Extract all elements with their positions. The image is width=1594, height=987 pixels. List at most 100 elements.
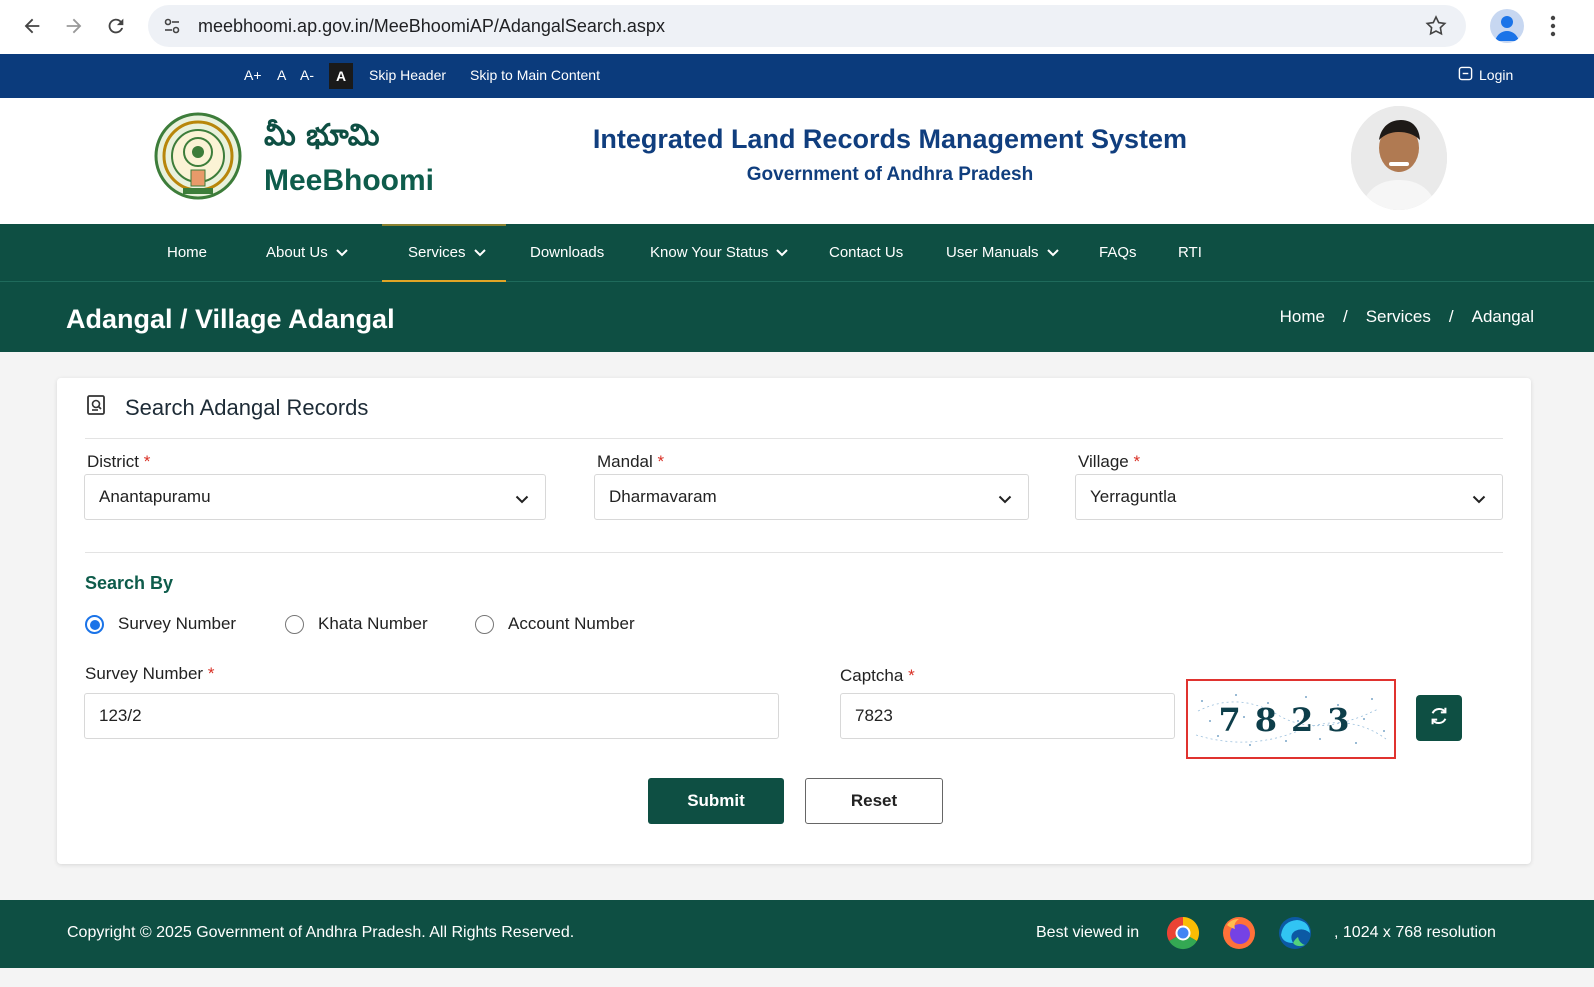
radio-survey-number[interactable]: Survey Number [85, 614, 236, 634]
nav-services-label: Services [408, 244, 466, 261]
nav-downloads-label: Downloads [530, 244, 605, 261]
login-label: Login [1479, 67, 1514, 83]
village-select[interactable]: Yerraguntla [1075, 474, 1503, 520]
breadcrumb-adangal: Adangal [1471, 307, 1534, 326]
captcha-input[interactable]: 7823 [840, 693, 1175, 739]
edge-icon [1277, 915, 1313, 951]
breadcrumb-services[interactable]: Services [1366, 307, 1431, 327]
district-select[interactable]: Anantapuramu [84, 474, 546, 520]
brand-english: MeeBhoomi [264, 164, 435, 197]
nav-about-us[interactable]: About Us [266, 244, 348, 261]
nav-services[interactable]: Services [408, 244, 486, 261]
nav-faqs[interactable]: FAQs [1099, 244, 1137, 261]
captcha-label: Captcha * [840, 666, 915, 686]
site-header: మీ భూమి MeeBhoomi Integrated Land Record… [0, 98, 1594, 224]
forward-arrow-icon[interactable] [60, 12, 88, 40]
chevron-down-icon [515, 489, 529, 509]
back-arrow-icon[interactable] [18, 12, 46, 40]
best-viewed-text: Best viewed in [1036, 924, 1140, 941]
mandal-select[interactable]: Dharmavaram [594, 474, 1029, 520]
village-label: Village * [1078, 452, 1140, 472]
nav-user-manuals-label: User Manuals [946, 244, 1039, 261]
bookmark-star-icon[interactable] [1424, 14, 1448, 43]
village-selected-value: Yerraguntla [1090, 487, 1177, 506]
radio-khata-number-label: Khata Number [318, 614, 428, 633]
captcha-image: 7823 [1186, 679, 1396, 759]
divider [85, 552, 1503, 553]
nav-rti[interactable]: RTI [1178, 244, 1202, 261]
radio-unchecked-indicator[interactable] [285, 614, 304, 634]
nav-know-your-status-label: Know Your Status [650, 244, 769, 261]
radio-unchecked-indicator[interactable] [475, 614, 494, 634]
page-title: Adangal / Village Adangal [66, 304, 395, 334]
survey-number-label: Survey Number * [85, 664, 214, 684]
nav-faqs-label: FAQs [1099, 244, 1137, 261]
radio-survey-number-label: Survey Number [118, 614, 237, 633]
system-subtitle: Government of Andhra Pradesh [746, 164, 1034, 185]
radio-checked-indicator[interactable] [85, 614, 104, 634]
profile-avatar-icon[interactable] [1490, 9, 1524, 43]
card-title: Search Adangal Records [125, 394, 369, 420]
chevron-down-icon [1472, 489, 1486, 509]
url-text: meebhoomi.ap.gov.in/MeeBhoomiAP/AdangalS… [198, 16, 665, 36]
font-increase-button[interactable]: A+ [244, 67, 262, 83]
refresh-icon [1428, 705, 1450, 732]
submit-button[interactable]: Submit [648, 778, 784, 824]
skip-header-link[interactable]: Skip Header [369, 67, 446, 83]
breadcrumb-separator: / [1448, 307, 1454, 326]
survey-number-input[interactable]: 123/2 [84, 693, 779, 739]
login-link[interactable]: Login [1458, 66, 1513, 84]
breadcrumb-separator: / [1342, 307, 1348, 326]
browser-menu-icon[interactable] [1550, 14, 1556, 43]
nav-downloads[interactable]: Downloads [530, 244, 604, 261]
skip-main-content-link[interactable]: Skip to Main Content [470, 67, 600, 83]
search-by-heading: Search By [85, 573, 174, 593]
address-bar[interactable]: meebhoomi.ap.gov.in/MeeBhoomiAP/AdangalS… [148, 5, 1466, 47]
system-title: Integrated Land Records Management Syste… [592, 124, 1188, 154]
survey-number-label-text: Survey Number [85, 664, 204, 683]
font-decrease-button[interactable]: A- [300, 67, 314, 83]
breadcrumb-home[interactable]: Home [1280, 307, 1325, 327]
nav-contact-us[interactable]: Contact Us [829, 244, 903, 261]
reset-button[interactable]: Reset [805, 778, 943, 824]
breadcrumb: Home / Services / Adangal [1280, 307, 1534, 327]
district-label: District * [87, 452, 150, 472]
nav-rti-label: RTI [1178, 244, 1202, 261]
captcha-input-value: 7823 [855, 706, 893, 725]
chevron-down-icon [998, 489, 1012, 509]
required-marker: * [207, 664, 215, 683]
login-icon [1458, 66, 1473, 84]
main-navigation: Home About Us Services Downloads Know Yo… [0, 224, 1594, 282]
site-settings-icon[interactable] [162, 16, 182, 41]
nav-contact-us-label: Contact Us [829, 244, 904, 261]
nav-home[interactable]: Home [167, 244, 207, 261]
village-label-text: Village [1078, 452, 1129, 471]
chevron-down-icon [1046, 244, 1059, 261]
nav-user-manuals[interactable]: User Manuals [946, 244, 1059, 261]
nav-know-your-status[interactable]: Know Your Status [650, 244, 789, 261]
mandal-selected-value: Dharmavaram [609, 487, 717, 506]
radio-account-number-label: Account Number [508, 614, 635, 633]
radio-account-number[interactable]: Account Number [475, 614, 635, 634]
font-normal-button[interactable]: A [277, 67, 286, 83]
reload-icon[interactable] [102, 12, 130, 40]
search-card: Search Adangal Records District * Ananta… [57, 378, 1531, 864]
survey-number-value: 123/2 [99, 706, 142, 725]
captcha-image-text: 7823 [1218, 701, 1364, 739]
site-footer: Copyright © 2025 Government of Andhra Pr… [0, 900, 1594, 968]
divider [85, 438, 1503, 439]
district-selected-value: Anantapuramu [99, 487, 211, 506]
refresh-captcha-button[interactable] [1416, 695, 1462, 741]
radio-khata-number[interactable]: Khata Number [285, 614, 428, 634]
page-bottom-strip [0, 968, 1594, 987]
required-marker: * [908, 666, 915, 685]
high-contrast-button[interactable]: A [329, 63, 353, 89]
ap-emblem-logo[interactable] [153, 108, 243, 208]
mandal-label: Mandal * [597, 452, 664, 472]
required-marker: * [143, 452, 151, 471]
resolution-text: , 1024 x 768 resolution [1334, 924, 1496, 941]
mandal-label-text: Mandal [597, 452, 653, 471]
firefox-icon [1221, 915, 1257, 951]
accessibility-bar: A+ A A- A Skip Header Skip to Main Conte… [0, 54, 1594, 98]
district-label-text: District [87, 452, 139, 471]
